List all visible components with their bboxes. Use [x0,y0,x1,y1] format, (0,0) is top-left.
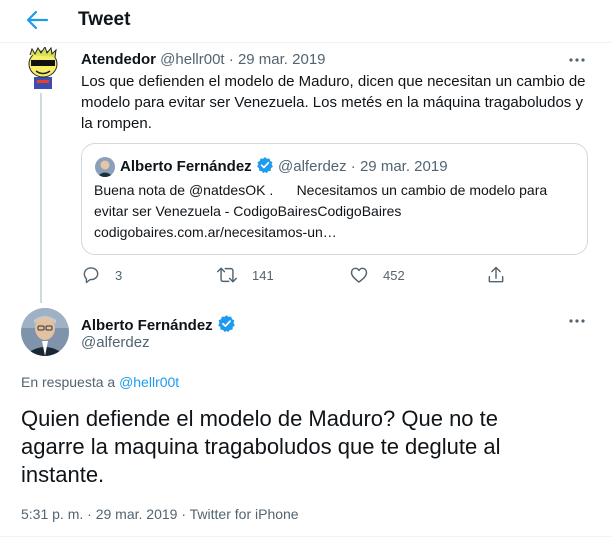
text-line: modelo para evitar ser Venezuela. Los me… [81,94,583,111]
tweet-source[interactable]: Twitter for iPhone [190,506,299,522]
parent-tweet-text: Los que defienden el modelo de Maduro, d… [81,71,601,134]
more-icon[interactable] [567,311,587,331]
retweet-count: 141 [252,267,274,283]
quote-author-name: Alberto Fernández [120,158,252,175]
main-tweet-text: Quien defiende el modelo de Maduro? Que … [21,405,601,489]
separator: · [228,51,234,68]
text-line: evitar ser Venezuela - CodigoBairesCodig… [94,203,402,219]
like-count: 452 [383,267,405,283]
quoted-tweet-card[interactable]: Alberto Fernández @alferdez · 29 mar. 20… [81,143,588,255]
retweet-action[interactable]: 141 [216,265,274,285]
tweet-timestamp: 5:31 p. m. · 29 mar. 2019 · Twitter for … [21,506,299,522]
verified-badge-icon [218,315,235,333]
retweet-icon[interactable] [216,265,238,285]
cartoon-avatar-icon [28,47,58,89]
text-line: Buena nota de @natdesOK . Necesitamos un… [94,182,548,198]
back-arrow-icon[interactable] [24,8,50,32]
reply-action[interactable]: 3 [81,265,122,285]
divider [0,536,611,537]
author-name[interactable]: Atendedor [81,51,156,68]
quote-avatar [95,157,115,177]
tweet-time[interactable]: 5:31 p. m. [21,506,83,522]
parent-tweet-meta: Atendedor @hellr00t · 29 mar. 2019 [81,51,326,68]
text-line: la rompen. [81,115,152,132]
main-author-handle[interactable]: @alferdez [81,334,150,351]
reply-prefix: En respuesta a [21,374,116,390]
text-line: agarre la maquina tragaboludos que te de… [21,434,501,459]
text-line: instante. [21,462,105,487]
thread-connector [40,93,42,303]
reply-to-link[interactable]: @hellr00t [119,374,179,390]
text-line: Los que defienden el modelo de Maduro, d… [81,73,586,90]
like-icon[interactable] [349,265,369,285]
author-handle[interactable]: @hellr00t [160,51,224,68]
separator: · [87,506,92,522]
like-action[interactable]: 452 [349,265,405,285]
more-icon[interactable] [567,50,587,70]
tweet-header: Tweet [0,0,611,43]
text-line: Quien defiende el modelo de Maduro? Que … [21,406,498,431]
text-line: codigobaires.com.ar/necesitamos-un… [94,224,337,240]
separator: · [181,506,187,522]
reply-count: 3 [115,267,123,283]
page-title: Tweet [78,9,131,30]
person-avatar-icon [21,308,69,356]
reply-context: En respuesta a @hellr00t [21,374,179,390]
quote-date: 29 mar. 2019 [359,158,448,175]
avatar[interactable] [23,47,63,89]
person-avatar-icon [95,157,115,177]
share-action[interactable] [486,265,506,285]
separator: · [350,158,356,175]
main-avatar[interactable] [21,308,69,356]
tweet-date[interactable]: 29 mar. 2019 [238,51,326,68]
reply-icon[interactable] [81,265,101,285]
verified-badge-icon [256,157,273,174]
quote-text: Buena nota de @natdesOK . Necesitamos un… [94,180,584,243]
quote-meta: Alberto Fernández @alferdez · 29 mar. 20… [120,156,448,175]
tweet-date[interactable]: 29 mar. 2019 [96,506,178,522]
main-author-name[interactable]: Alberto Fernández [81,317,213,334]
quote-author-handle: @alferdez [278,158,347,175]
main-author-line: Alberto Fernández [81,314,236,334]
share-icon[interactable] [486,265,506,285]
